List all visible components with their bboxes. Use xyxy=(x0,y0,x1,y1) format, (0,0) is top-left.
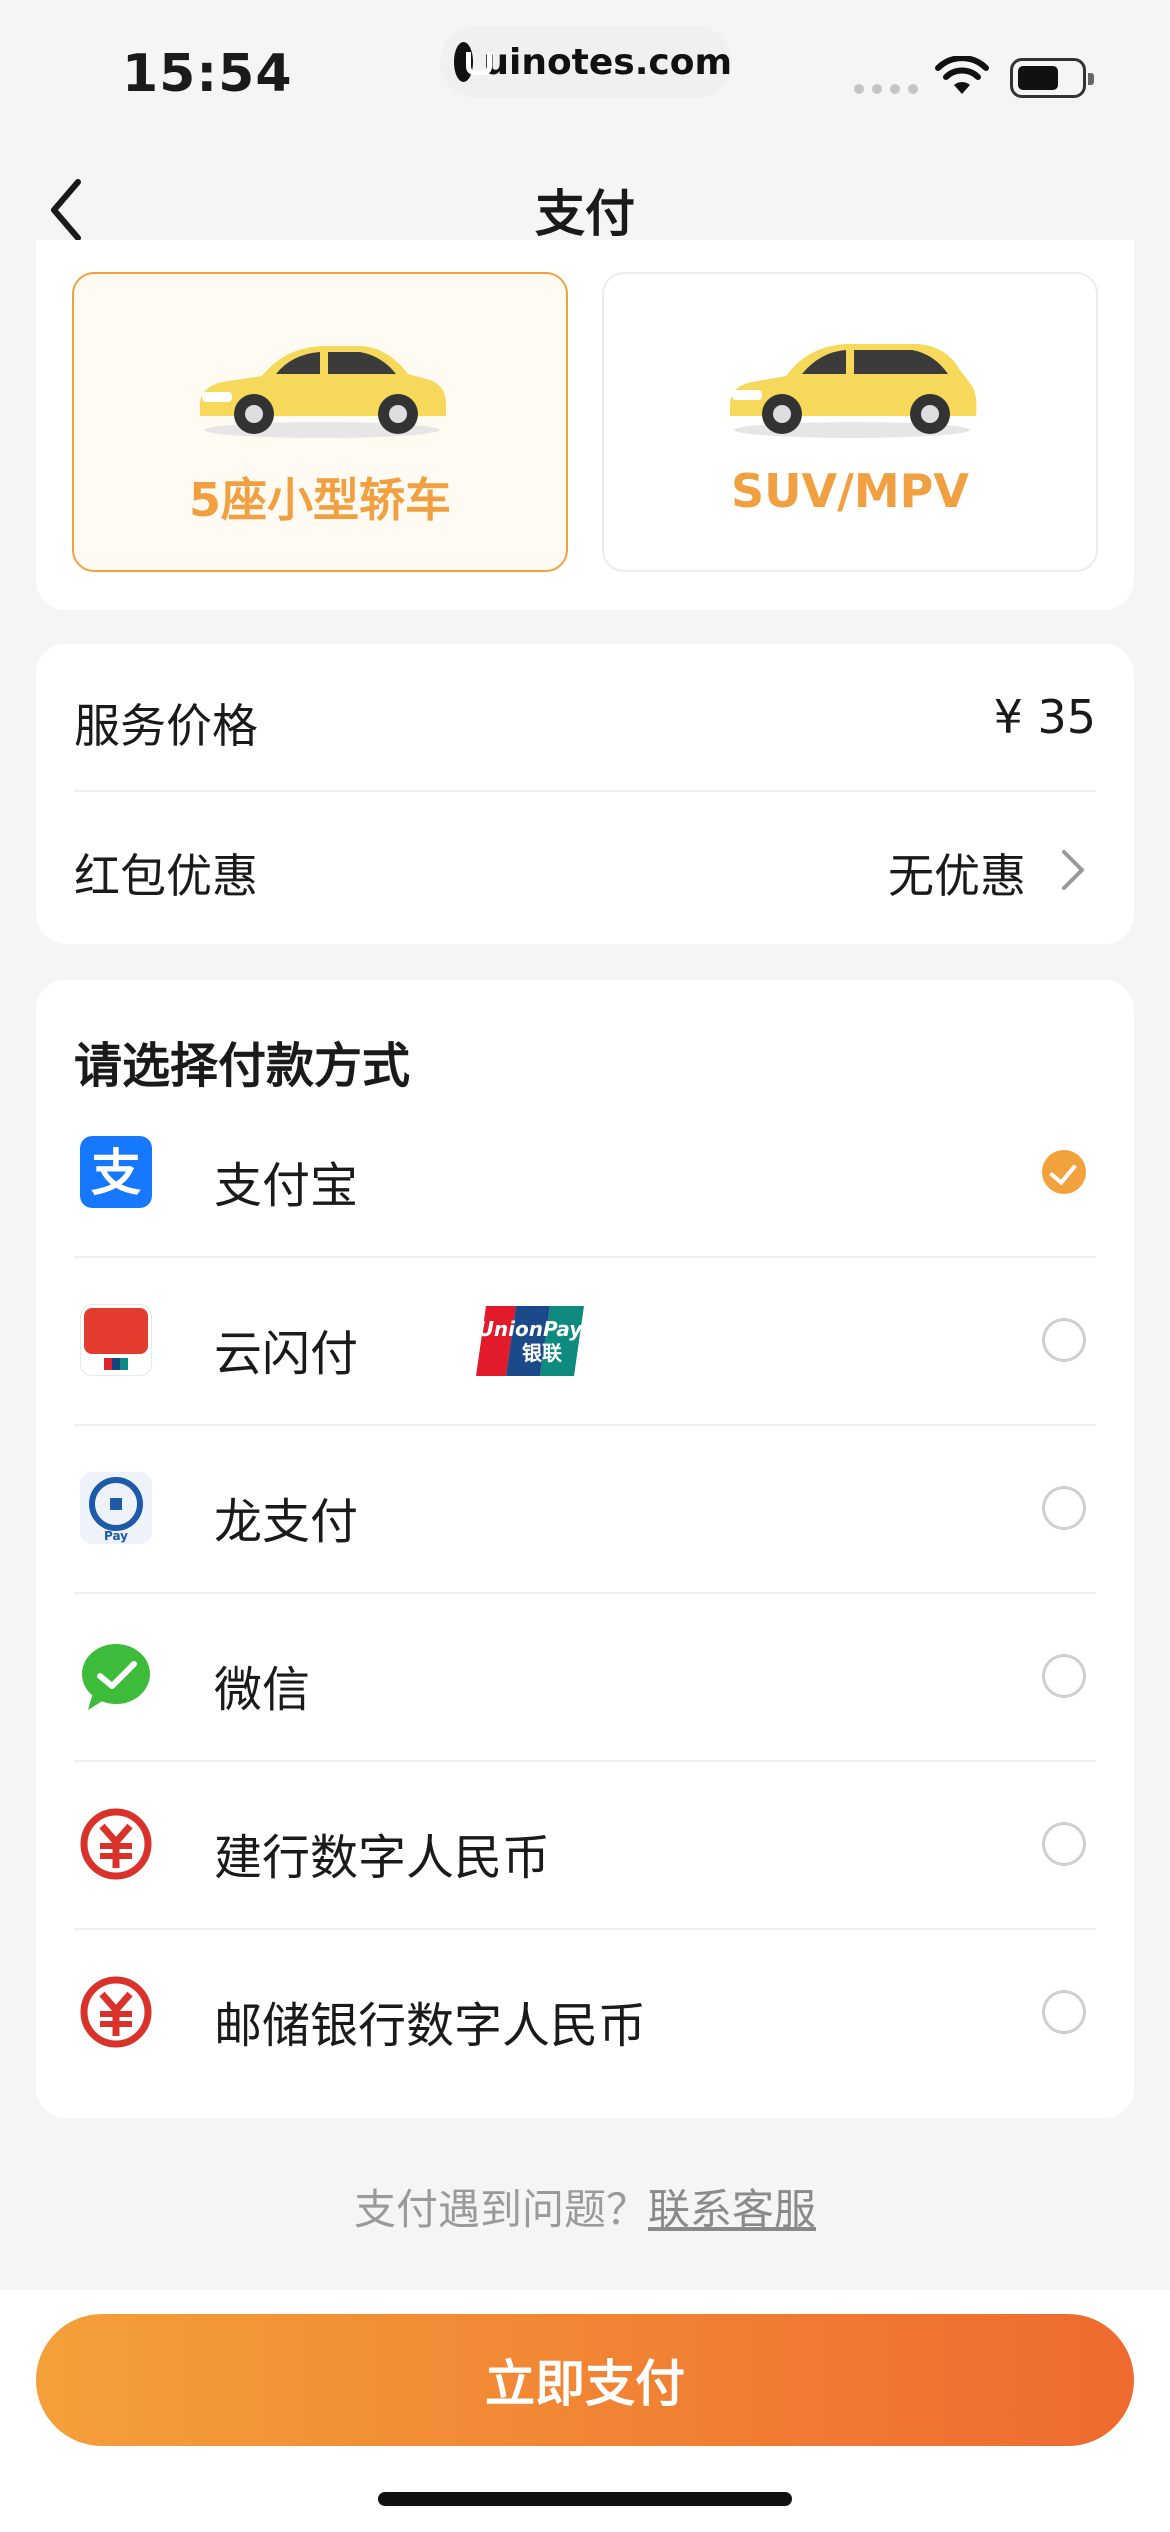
divider xyxy=(74,790,1096,792)
payment-option-cloud-quickpass[interactable]: 云闪付 UnionPay 银联 xyxy=(74,1258,1096,1426)
svg-text:UnionPay: UnionPay xyxy=(478,1317,584,1341)
alipay-icon: 支 xyxy=(80,1136,152,1208)
payment-option-ccb-digital-rmb[interactable]: 建行数字人民币 xyxy=(74,1762,1096,1930)
payment-label: 龙支付 xyxy=(214,1494,359,1550)
radio-unchecked-icon[interactable] xyxy=(1042,1486,1086,1530)
coupon-row[interactable]: 红包优惠 无优惠 xyxy=(74,794,1096,942)
radio-unchecked-icon[interactable] xyxy=(1042,1990,1086,2034)
help-question: 支付遇到问题？ xyxy=(353,2185,648,2234)
radio-unchecked-icon[interactable] xyxy=(1042,1654,1086,1698)
payment-option-psbc-digital-rmb[interactable]: 邮储银行数字人民币 xyxy=(74,1930,1096,2098)
payment-method-card: 请选择付款方式 支 支付宝 云闪付 UnionPay 银联 Pay 龙支付 微信… xyxy=(36,980,1134,2118)
vehicle-label: SUV/MPV xyxy=(731,464,969,518)
payment-option-long-pay[interactable]: Pay 龙支付 xyxy=(74,1426,1096,1594)
radio-checked-icon[interactable] xyxy=(1042,1150,1086,1194)
cellular-signal-icon xyxy=(854,84,918,94)
pay-now-button[interactable]: 立即支付 xyxy=(36,2314,1134,2446)
svg-text:银联: 银联 xyxy=(522,1341,562,1365)
vehicle-option-sedan[interactable]: 5座小型轿车 xyxy=(72,272,568,572)
payment-label: 云闪付 xyxy=(214,1326,359,1382)
service-price-label: 服务价格 xyxy=(74,699,258,753)
radio-unchecked-icon[interactable] xyxy=(1042,1822,1086,1866)
status-bar: 15:54 uinotes.com xyxy=(0,0,1170,140)
sedan-car-icon xyxy=(199,346,446,438)
payment-label: 支付宝 xyxy=(214,1158,359,1214)
unionpay-badge-icon: UnionPay 银联 xyxy=(476,1306,584,1376)
wechat-icon xyxy=(82,1644,150,1710)
service-price-value: ¥ 35 xyxy=(993,690,1096,744)
cloud-quickpass-icon xyxy=(80,1304,152,1376)
payment-label: 微信 xyxy=(214,1662,311,1718)
home-indicator[interactable] xyxy=(378,2492,792,2506)
service-price-row: 服务价格 ¥ 35 xyxy=(74,644,1096,792)
digital-rmb-icon xyxy=(80,1808,152,1880)
long-pay-icon: Pay xyxy=(80,1472,152,1544)
bottom-bar: 立即支付 xyxy=(0,2290,1170,2532)
payment-option-wechat[interactable]: 微信 xyxy=(74,1594,1096,1762)
wifi-icon xyxy=(935,56,989,94)
help-line: 支付遇到问题？联系客服 xyxy=(0,2176,1170,2237)
vehicle-card: 5座小型轿车 SUV/MPV xyxy=(36,240,1134,610)
url-pill[interactable]: uinotes.com xyxy=(440,26,732,98)
vehicle-option-suv[interactable]: SUV/MPV xyxy=(602,272,1098,572)
payment-option-alipay[interactable]: 支 支付宝 xyxy=(74,1090,1096,1258)
digital-rmb-icon xyxy=(80,1976,152,2048)
payment-label: 邮储银行数字人民币 xyxy=(214,1998,647,2054)
page-title: 支付 xyxy=(535,185,635,243)
svg-text:Pay: Pay xyxy=(104,1529,128,1543)
status-time: 15:54 xyxy=(122,44,293,104)
site-logo-icon xyxy=(454,42,493,82)
coupon-value: 无优惠 xyxy=(888,849,1026,903)
suv-car-icon xyxy=(730,344,977,438)
radio-unchecked-icon[interactable] xyxy=(1042,1318,1086,1362)
coupon-label: 红包优惠 xyxy=(74,849,258,903)
chevron-right-icon xyxy=(1062,850,1084,890)
vehicle-label: 5座小型轿车 xyxy=(188,473,451,527)
price-card: 服务价格 ¥ 35 红包优惠 无优惠 xyxy=(36,644,1134,944)
payment-heading: 请选择付款方式 xyxy=(74,1038,411,1094)
svg-text:支: 支 xyxy=(91,1144,141,1202)
battery-icon xyxy=(1010,58,1094,98)
url-text: uinotes.com xyxy=(483,41,732,83)
contact-support-link[interactable]: 联系客服 xyxy=(648,2185,816,2234)
payment-label: 建行数字人民币 xyxy=(214,1830,551,1886)
